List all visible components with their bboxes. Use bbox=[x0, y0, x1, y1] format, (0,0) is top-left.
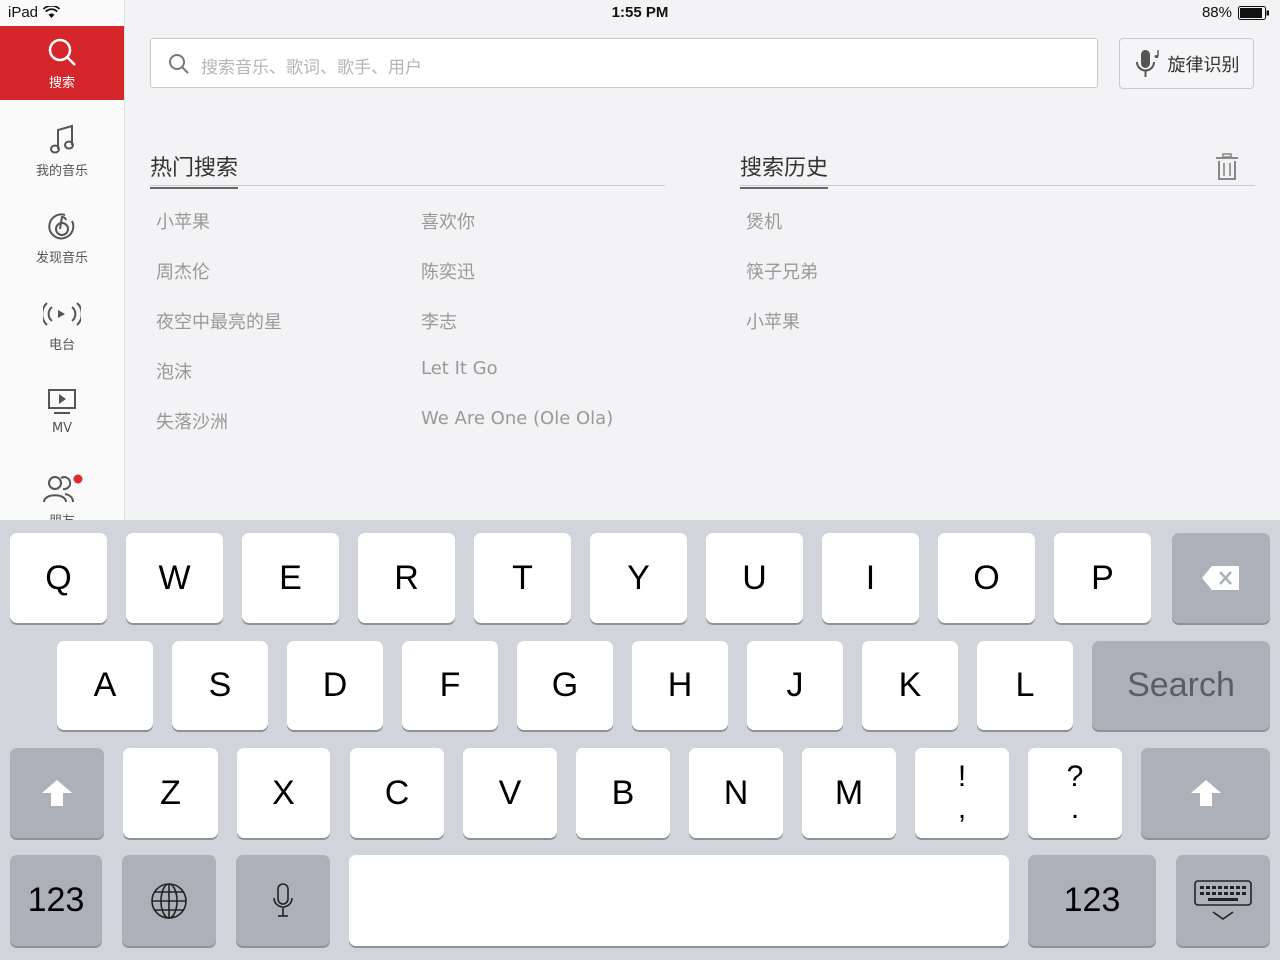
sidebar-item-mv[interactable]: MV bbox=[0, 385, 124, 436]
key-x[interactable]: X bbox=[237, 748, 330, 838]
shift-key-right[interactable] bbox=[1141, 748, 1270, 838]
sidebar-item-label: 朋友 bbox=[0, 510, 124, 520]
humming-label: 旋律识别 bbox=[1167, 54, 1240, 76]
globe-key[interactable] bbox=[122, 855, 216, 946]
key-h[interactable]: H bbox=[632, 641, 728, 730]
backspace-icon bbox=[1202, 566, 1239, 590]
hot-search-item[interactable]: 李志 bbox=[421, 308, 457, 334]
sidebar-item-friends[interactable]: 朋友 bbox=[0, 472, 124, 520]
hot-search-item[interactable]: 失落沙洲 bbox=[156, 408, 228, 434]
video-icon bbox=[48, 389, 76, 414]
key-i[interactable]: I bbox=[822, 533, 919, 623]
key-s[interactable]: S bbox=[172, 641, 268, 730]
main-content: 搜索音乐、歌词、歌手、用户 旋律识别 热门搜索 小苹果 喜欢你 周杰伦 陈奕迅 … bbox=[125, 0, 1280, 520]
space-key[interactable] bbox=[349, 855, 1009, 946]
friends-icon bbox=[43, 474, 83, 503]
onscreen-keyboard: Q W E R T Y U I O P A S D F G H J K L Se… bbox=[0, 520, 1280, 960]
key-k[interactable]: K bbox=[862, 641, 958, 730]
hot-search-title: 热门搜索 bbox=[150, 150, 239, 189]
key-y[interactable]: Y bbox=[590, 533, 687, 623]
netease-logo-icon bbox=[48, 213, 75, 240]
key-w[interactable]: W bbox=[126, 533, 223, 623]
key-m[interactable]: M bbox=[802, 748, 896, 838]
key-z[interactable]: Z bbox=[123, 748, 218, 838]
search-input[interactable]: 搜索音乐、歌词、歌手、用户 bbox=[150, 38, 1098, 88]
sidebar-item-search[interactable]: 搜索 bbox=[0, 26, 124, 100]
numbers-key-left[interactable]: 123 bbox=[10, 855, 102, 946]
hot-search-divider bbox=[150, 185, 665, 186]
key-exclamation-comma[interactable]: ! , bbox=[915, 748, 1009, 838]
key-g[interactable]: G bbox=[517, 641, 613, 730]
hot-search-item[interactable]: 陈奕迅 bbox=[421, 258, 475, 284]
sidebar-item-my-music[interactable]: 我的音乐 bbox=[0, 124, 124, 179]
humming-recognition-button[interactable]: 旋律识别 bbox=[1119, 38, 1254, 89]
dictation-key[interactable] bbox=[236, 855, 330, 946]
hot-search-item[interactable]: 夜空中最亮的星 bbox=[156, 308, 282, 334]
numbers-key-right[interactable]: 123 bbox=[1028, 855, 1156, 946]
battery-status: 88% bbox=[1202, 4, 1270, 21]
search-icon bbox=[48, 38, 76, 66]
music-note-icon bbox=[50, 124, 74, 154]
sidebar-item-label: MV bbox=[51, 421, 73, 436]
hot-search-item[interactable]: Let It Go bbox=[421, 358, 498, 379]
key-v[interactable]: V bbox=[463, 748, 557, 838]
hot-search-item[interactable]: 小苹果 bbox=[156, 208, 210, 234]
battery-percent: 88% bbox=[1201, 4, 1232, 21]
search-history-title: 搜索历史 bbox=[740, 150, 829, 189]
status-bar: iPad 1:55 PM 88% bbox=[0, 0, 1280, 26]
key-comma: , bbox=[957, 792, 967, 825]
search-history-divider bbox=[740, 185, 1255, 186]
sidebar-item-label: 我的音乐 bbox=[35, 164, 88, 179]
battery-icon bbox=[1238, 5, 1269, 20]
key-exclamation: ! bbox=[957, 760, 967, 793]
hide-keyboard-icon bbox=[1194, 879, 1252, 920]
key-question: ? bbox=[1066, 760, 1084, 793]
clock: 1:55 PM bbox=[611, 4, 669, 21]
sidebar-item-label: 发现音乐 bbox=[35, 251, 88, 266]
shift-arrow-icon bbox=[1190, 780, 1221, 806]
search-placeholder: 搜索音乐、歌词、歌手、用户 bbox=[201, 58, 422, 78]
key-q[interactable]: Q bbox=[10, 533, 107, 623]
key-e[interactable]: E bbox=[242, 533, 339, 623]
trash-icon[interactable] bbox=[1215, 153, 1239, 181]
hot-search-item[interactable]: We Are One (Ole Ola) bbox=[421, 408, 613, 429]
hot-search-item[interactable]: 周杰伦 bbox=[156, 258, 210, 284]
search-icon bbox=[169, 54, 189, 74]
microphone-icon bbox=[273, 882, 293, 917]
key-u[interactable]: U bbox=[706, 533, 803, 623]
sidebar-item-radio[interactable]: 电台 bbox=[0, 298, 124, 353]
key-period: . bbox=[1070, 792, 1080, 825]
sidebar-item-label: 电台 bbox=[48, 338, 75, 353]
shift-arrow-icon bbox=[42, 780, 72, 806]
key-a[interactable]: A bbox=[57, 641, 153, 730]
hot-search-item[interactable]: 泡沫 bbox=[156, 358, 192, 384]
history-item[interactable]: 小苹果 bbox=[746, 308, 800, 334]
search-key[interactable]: Search bbox=[1092, 641, 1270, 730]
key-o[interactable]: O bbox=[938, 533, 1035, 623]
backspace-key[interactable] bbox=[1172, 533, 1270, 623]
key-question-period[interactable]: ? . bbox=[1028, 748, 1122, 838]
history-item[interactable]: 筷子兄弟 bbox=[746, 258, 818, 284]
key-p[interactable]: P bbox=[1054, 533, 1151, 623]
key-l[interactable]: L bbox=[977, 641, 1073, 730]
key-r[interactable]: R bbox=[358, 533, 455, 623]
key-j[interactable]: J bbox=[747, 641, 843, 730]
hide-keyboard-key[interactable] bbox=[1176, 855, 1270, 946]
sidebar-item-discover[interactable]: 发现音乐 bbox=[0, 211, 124, 266]
history-item[interactable]: 煲机 bbox=[746, 208, 782, 234]
microphone-icon bbox=[1135, 49, 1159, 77]
globe-icon bbox=[151, 882, 187, 919]
sidebar-item-label: 搜索 bbox=[48, 76, 75, 91]
shift-key-left[interactable] bbox=[10, 748, 104, 838]
key-n[interactable]: N bbox=[689, 748, 783, 838]
key-f[interactable]: F bbox=[402, 641, 498, 730]
key-c[interactable]: C bbox=[350, 748, 444, 838]
sidebar: 搜索 我的音乐 发现音乐 电台 MV 朋友 bbox=[0, 0, 125, 520]
key-t[interactable]: T bbox=[474, 533, 571, 623]
key-b[interactable]: B bbox=[576, 748, 670, 838]
key-d[interactable]: D bbox=[287, 641, 383, 730]
hot-search-item[interactable]: 喜欢你 bbox=[421, 208, 475, 234]
radio-icon bbox=[43, 302, 81, 326]
